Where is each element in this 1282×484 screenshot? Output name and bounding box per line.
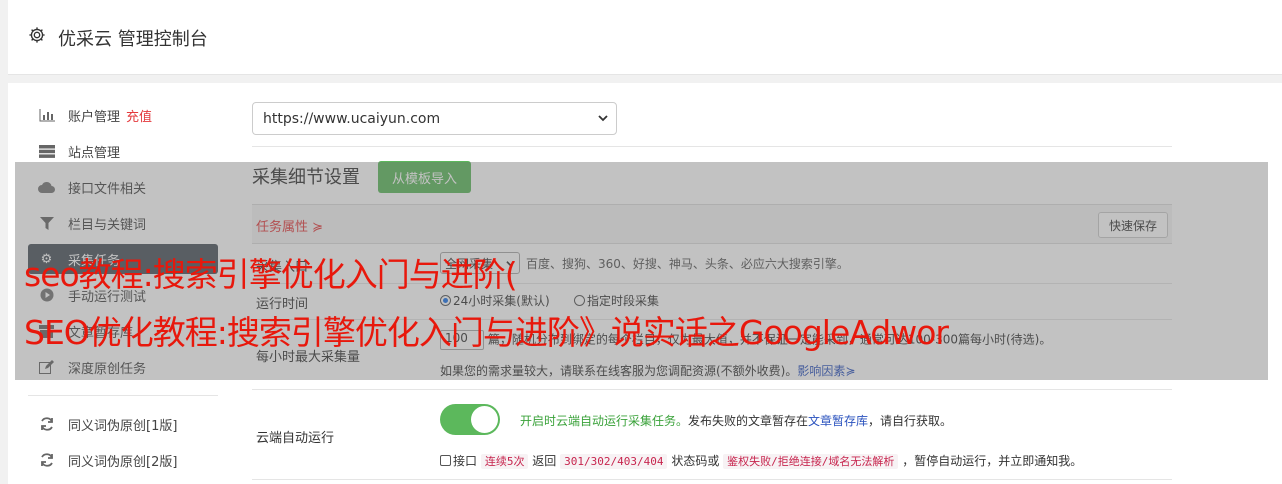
cloud-desc-end: ，请自行获取。: [868, 414, 953, 428]
row-cloud-auto-run: 云端自动运行 开启时云端自动运行采集任务。发布失败的文章暂存在文章暂存库，请自行…: [252, 390, 1172, 480]
cloud-desc-mid: 发布失败的文章暂存在: [688, 414, 809, 428]
pause-condition-line: 接口 连续5次 返回 301/302/403/404 状态码或 鉴权失败/拒绝连…: [440, 452, 1082, 469]
site-select[interactable]: https://www.ucaiyun.com: [252, 102, 617, 135]
code-badge: 连续5次: [480, 454, 529, 469]
sidebar-item-label: 同义词伪原创[2版]: [68, 454, 178, 470]
overlay-text-line2: SEO优化教程:搜索引擎优化入门与进阶》说实话之GoogleAdwor: [24, 313, 949, 352]
recharge-link[interactable]: 充值: [126, 106, 152, 125]
divider: [252, 146, 1172, 147]
sidebar-divider: [28, 395, 218, 396]
pause-checkbox[interactable]: [440, 455, 451, 466]
bar-chart-icon: [38, 108, 55, 122]
refresh-icon: [38, 453, 55, 467]
article-store-link[interactable]: 文章暂存库: [808, 414, 868, 428]
toggle-knob: [471, 406, 498, 433]
sidebar-item-label: 同义词伪原创[1版]: [68, 418, 178, 434]
pause-text: 返回: [532, 454, 557, 468]
site-select-value: https://www.ucaiyun.com: [263, 110, 441, 127]
cloud-auto-run-toggle[interactable]: [440, 404, 500, 435]
gear-icon: [29, 27, 45, 43]
code-badge: 鉴权失败/拒绝连接/域名无法解析: [723, 454, 899, 469]
refresh-icon: [38, 417, 55, 431]
header-bar: 优采云 管理控制台: [8, 0, 1282, 75]
sidebar-item-label: 账户管理: [68, 109, 121, 125]
sidebar-item-synonym-v1[interactable]: 同义词伪原创[1版]: [28, 409, 218, 439]
server-icon: [38, 144, 55, 158]
pause-text: 状态码或: [671, 454, 720, 468]
row-label: 云端自动运行: [256, 431, 335, 446]
sidebar-item-label: 站点管理: [68, 145, 121, 161]
cloud-description: 开启时云端自动运行采集任务。发布失败的文章暂存在文章暂存库，请自行获取。: [520, 412, 952, 429]
sidebar-item-synonym-v2[interactable]: 同义词伪原创[2版]: [28, 445, 218, 475]
overlay-text-line1: seo教程:搜索引擎优化入门与进阶(: [24, 255, 518, 294]
chevron-down-icon: [598, 115, 608, 122]
app-title: 优采云 管理控制台: [58, 29, 208, 50]
cloud-desc-green: 开启时云端自动运行采集任务。: [520, 414, 689, 428]
pause-text: 接口: [453, 454, 478, 468]
sidebar-item-account[interactable]: 账户管理 充值: [28, 100, 218, 130]
pause-text: ，暂停自动运行，并立即通知我。: [902, 454, 1083, 468]
code-badge: 301/302/403/404: [560, 454, 668, 469]
